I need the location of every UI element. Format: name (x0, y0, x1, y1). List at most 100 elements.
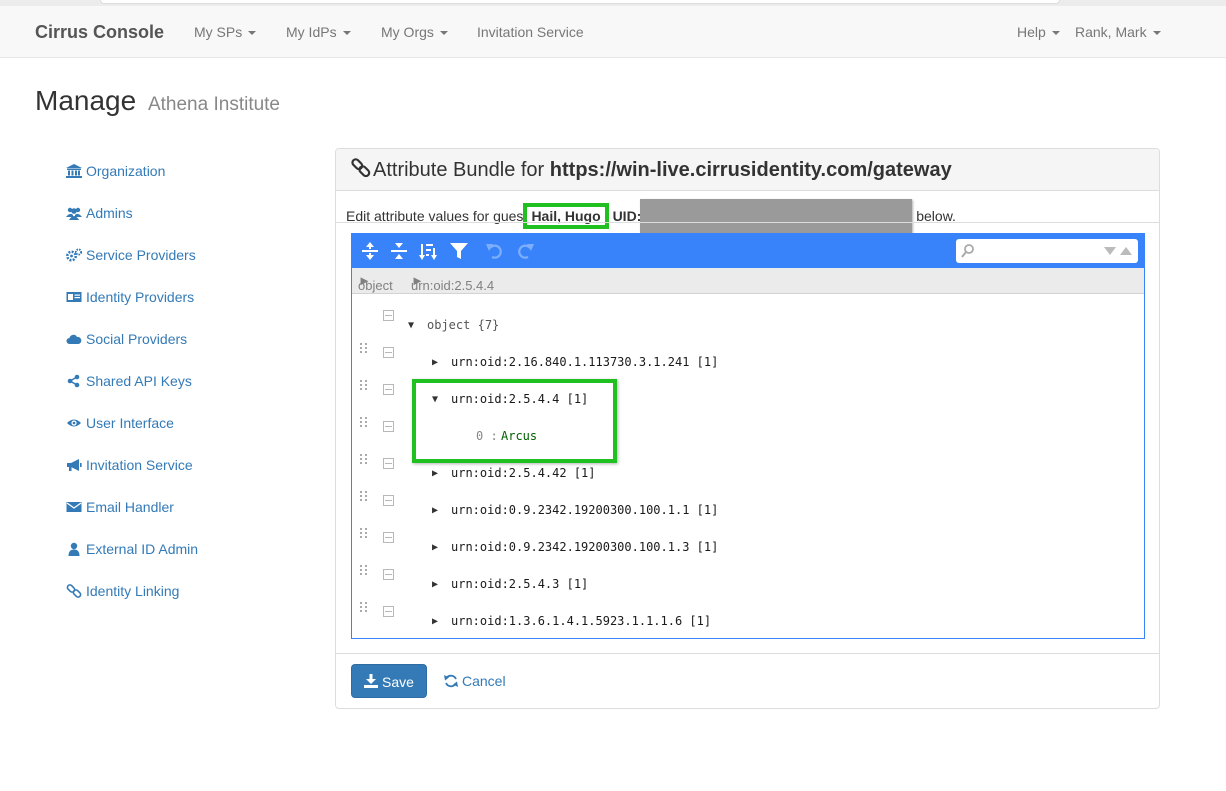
drag-handle-icon[interactable] (360, 343, 368, 357)
cancel-button-label: Cancel (462, 673, 506, 689)
sidebar-item-shared-api-keys[interactable]: Shared API Keys (66, 373, 192, 395)
brand-link[interactable]: Cirrus Console (35, 22, 164, 43)
tree-node-key[interactable]: urn:oid:0.9.2342.19200300.100.1.3 [1] (451, 540, 718, 554)
tree-child-index-text: 0 (476, 429, 484, 443)
tree-node-key[interactable]: urn:oid:0.9.2342.19200300.100.1.1 [1] (451, 503, 718, 517)
context-menu-button[interactable] (383, 606, 394, 617)
sidebar-item-service-providers[interactable]: Service Providers (66, 247, 196, 269)
drag-handle-icon[interactable] (360, 491, 368, 505)
collapse-triangle-icon[interactable]: ▼ (432, 394, 438, 405)
expand-triangle-icon[interactable]: ▶ (432, 579, 438, 590)
expand-triangle-icon[interactable]: ▶ (432, 468, 438, 479)
tree-child-index: 0 : (476, 429, 498, 443)
sidebar-item-label: Identity Providers (86, 289, 195, 305)
nav-invitation-service[interactable]: Invitation Service (477, 24, 584, 40)
breadcrumb-item-label: urn:oid:2.5.4.4 (411, 278, 495, 293)
editor-tree: ▼ object {7} ▶ urn:oid:2.16.840.1.113730… (352, 295, 1144, 638)
tree-child-value[interactable]: Arcus (501, 429, 537, 443)
sort-icon[interactable] (418, 240, 440, 262)
panel-title: Attribute Bundle for https://win-live.ci… (351, 158, 952, 182)
nav-help[interactable]: Help (1017, 24, 1060, 40)
attribute-bundle-panel: Attribute Bundle for https://win-live.ci… (335, 148, 1160, 709)
divider (336, 653, 1159, 654)
tree-row-child: 0 : Arcus (352, 406, 1144, 443)
context-menu-button[interactable] (383, 347, 394, 358)
share-icon (66, 374, 82, 388)
caret-down-icon (1051, 31, 1060, 36)
editor-search-input[interactable] (980, 241, 1092, 261)
editor-breadcrumb: object ► urn:oid:2.5.4.4 ► (352, 268, 1144, 294)
save-button[interactable]: Save (351, 664, 427, 698)
tree-node-key[interactable]: urn:oid:1.3.6.1.4.1.5923.1.1.1.6 [1] (451, 614, 711, 628)
sidebar-item-admins[interactable]: Admins (66, 205, 133, 227)
nav-my-orgs[interactable]: My Orgs (381, 24, 448, 40)
breadcrumb-item[interactable]: object ► (358, 273, 393, 293)
drag-handle-icon[interactable] (360, 380, 368, 394)
context-menu-button[interactable] (383, 458, 394, 469)
panel-title-url: https://win-live.cirrusidentity.com/gate… (549, 159, 952, 181)
sidebar-item-social-providers[interactable]: Social Providers (66, 331, 187, 353)
sidebar-item-organization[interactable]: Organization (66, 163, 165, 185)
sidebar-item-label: Admins (86, 205, 133, 221)
nav-my-orgs-label: My Orgs (381, 24, 434, 40)
expand-triangle-icon[interactable]: ▶ (432, 616, 438, 627)
context-menu-button[interactable] (383, 310, 394, 321)
context-menu-button[interactable] (383, 569, 394, 580)
tree-row: ▶ urn:oid:2.5.4.42 [1] (352, 443, 1144, 480)
search-previous-icon[interactable] (1120, 247, 1132, 255)
user-icon (66, 542, 82, 556)
context-menu-button[interactable] (383, 532, 394, 543)
sidebar-item-identity-linking[interactable]: Identity Linking (66, 583, 179, 605)
tree-node-key[interactable]: urn:oid:2.5.4.42 [1] (451, 466, 596, 480)
drag-handle-icon[interactable] (360, 454, 368, 468)
panel-title-prefix: Attribute Bundle for (373, 159, 550, 181)
download-icon (364, 674, 378, 691)
drag-handle-icon[interactable] (360, 528, 368, 542)
tree-root-count: {7} (477, 318, 500, 332)
tree-node-key-text: urn:oid:2.16.840.1.113730.3.1.241 (451, 355, 690, 369)
expand-triangle-icon[interactable]: ▶ (432, 542, 438, 553)
filter-icon[interactable] (448, 240, 470, 262)
tree-node-count: [1] (566, 392, 589, 406)
drag-handle-icon[interactable] (360, 565, 368, 579)
tree-node-key[interactable]: urn:oid:2.5.4.4 [1] (451, 392, 588, 406)
expand-triangle-icon[interactable]: ▶ (432, 357, 438, 368)
sidebar-item-user-interface[interactable]: User Interface (66, 415, 174, 437)
users-icon (66, 206, 82, 220)
browser-tab-edge (100, 0, 1060, 4)
collapse-triangle-icon[interactable]: ▼ (408, 320, 414, 331)
collapse-all-icon[interactable] (388, 240, 410, 262)
expand-triangle-icon[interactable]: ▶ (432, 505, 438, 516)
nav-my-idps[interactable]: My IdPs (286, 24, 351, 40)
guest-name-highlight: Hail, Hugo (523, 203, 609, 229)
context-menu-button[interactable] (383, 421, 394, 432)
sidebar-item-identity-providers[interactable]: Identity Providers (66, 289, 194, 311)
sidebar-item-label: Shared API Keys (86, 373, 192, 389)
json-editor: object ► urn:oid:2.5.4.4 ► ▼ object {7} … (351, 233, 1145, 639)
tree-node-count: [1] (696, 540, 719, 554)
sidebar-item-email-handler[interactable]: Email Handler (66, 499, 174, 521)
expand-all-icon[interactable] (359, 240, 381, 262)
tree-node-count: [1] (573, 466, 596, 480)
search-next-icon[interactable] (1104, 247, 1116, 255)
tree-node-key[interactable]: urn:oid:2.16.840.1.113730.3.1.241 [1] (451, 355, 718, 369)
nav-invitation-service-label: Invitation Service (477, 24, 584, 40)
id-card-icon (66, 290, 82, 304)
search-icon (961, 243, 975, 261)
sidebar-item-invitation-service[interactable]: Invitation Service (66, 457, 193, 479)
breadcrumb-item[interactable]: urn:oid:2.5.4.4 ► (411, 273, 494, 293)
sidebar-item-external-id-admin[interactable]: External ID Admin (66, 541, 198, 563)
tree-row: ▶ urn:oid:2.16.840.1.113730.3.1.241 [1] (352, 332, 1144, 369)
tree-child-separator: : (490, 429, 498, 443)
tree-root-label: object {7} (427, 318, 499, 332)
context-menu-button[interactable] (383, 495, 394, 506)
context-menu-button[interactable] (383, 384, 394, 395)
drag-handle-icon[interactable] (360, 602, 368, 616)
nav-my-sps[interactable]: My SPs (194, 24, 257, 40)
nav-user-menu[interactable]: Rank, Mark (1075, 24, 1161, 40)
drag-handle-icon[interactable] (360, 417, 368, 431)
redo-icon[interactable] (514, 240, 536, 262)
tree-node-key[interactable]: urn:oid:2.5.4.3 [1] (451, 577, 588, 591)
cancel-button[interactable]: Cancel (444, 673, 506, 691)
undo-icon[interactable] (484, 240, 506, 262)
